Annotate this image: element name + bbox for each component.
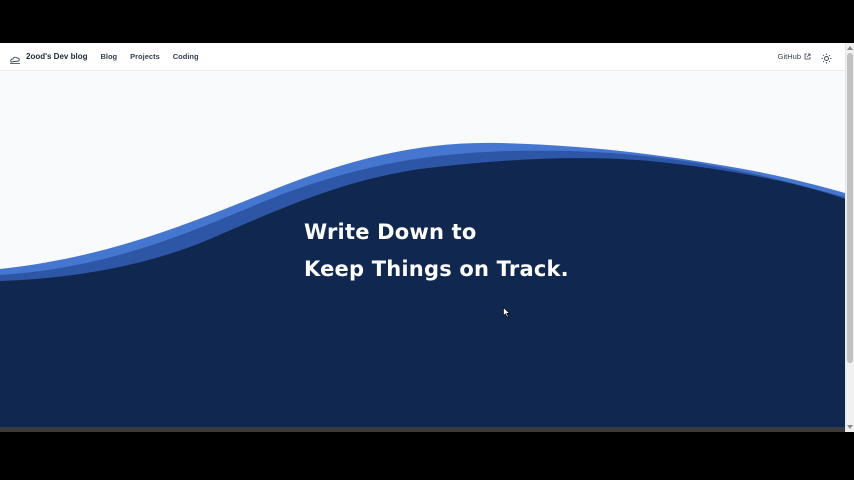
nav-link-coding[interactable]: Coding	[173, 52, 199, 61]
scroll-down-arrow-icon[interactable]	[847, 425, 853, 429]
vertical-scrollbar[interactable]	[845, 43, 854, 432]
header-actions: GitHub	[778, 51, 832, 64]
sun-icon[interactable]	[821, 51, 832, 64]
external-link-icon	[804, 53, 811, 60]
top-navigation-bar: 2ood's Dev blog Blog Projects Coding Git…	[0, 43, 845, 71]
hero-line-1: Write Down to	[304, 220, 477, 244]
mouse-cursor-icon	[503, 307, 511, 318]
brand-title: 2ood's Dev blog	[26, 52, 88, 61]
browser-viewport: 2ood's Dev blog Blog Projects Coding Git…	[0, 43, 854, 432]
github-link[interactable]: GitHub	[778, 52, 811, 61]
nav-link-blog[interactable]: Blog	[100, 52, 117, 61]
brand-link[interactable]: 2ood's Dev blog	[9, 52, 88, 64]
bottom-bar	[0, 427, 845, 432]
cloud-logo-icon	[9, 52, 21, 64]
hero-heading: Write Down to Keep Things on Track.	[304, 214, 569, 288]
scroll-up-arrow-icon[interactable]	[847, 46, 853, 50]
main-nav: Blog Projects Coding	[100, 52, 211, 61]
wave-dark	[0, 158, 845, 432]
nav-link-projects[interactable]: Projects	[130, 52, 160, 61]
hero-line-2: Keep Things on Track.	[304, 257, 569, 281]
github-label: GitHub	[777, 52, 801, 61]
scroll-thumb[interactable]	[847, 53, 853, 363]
